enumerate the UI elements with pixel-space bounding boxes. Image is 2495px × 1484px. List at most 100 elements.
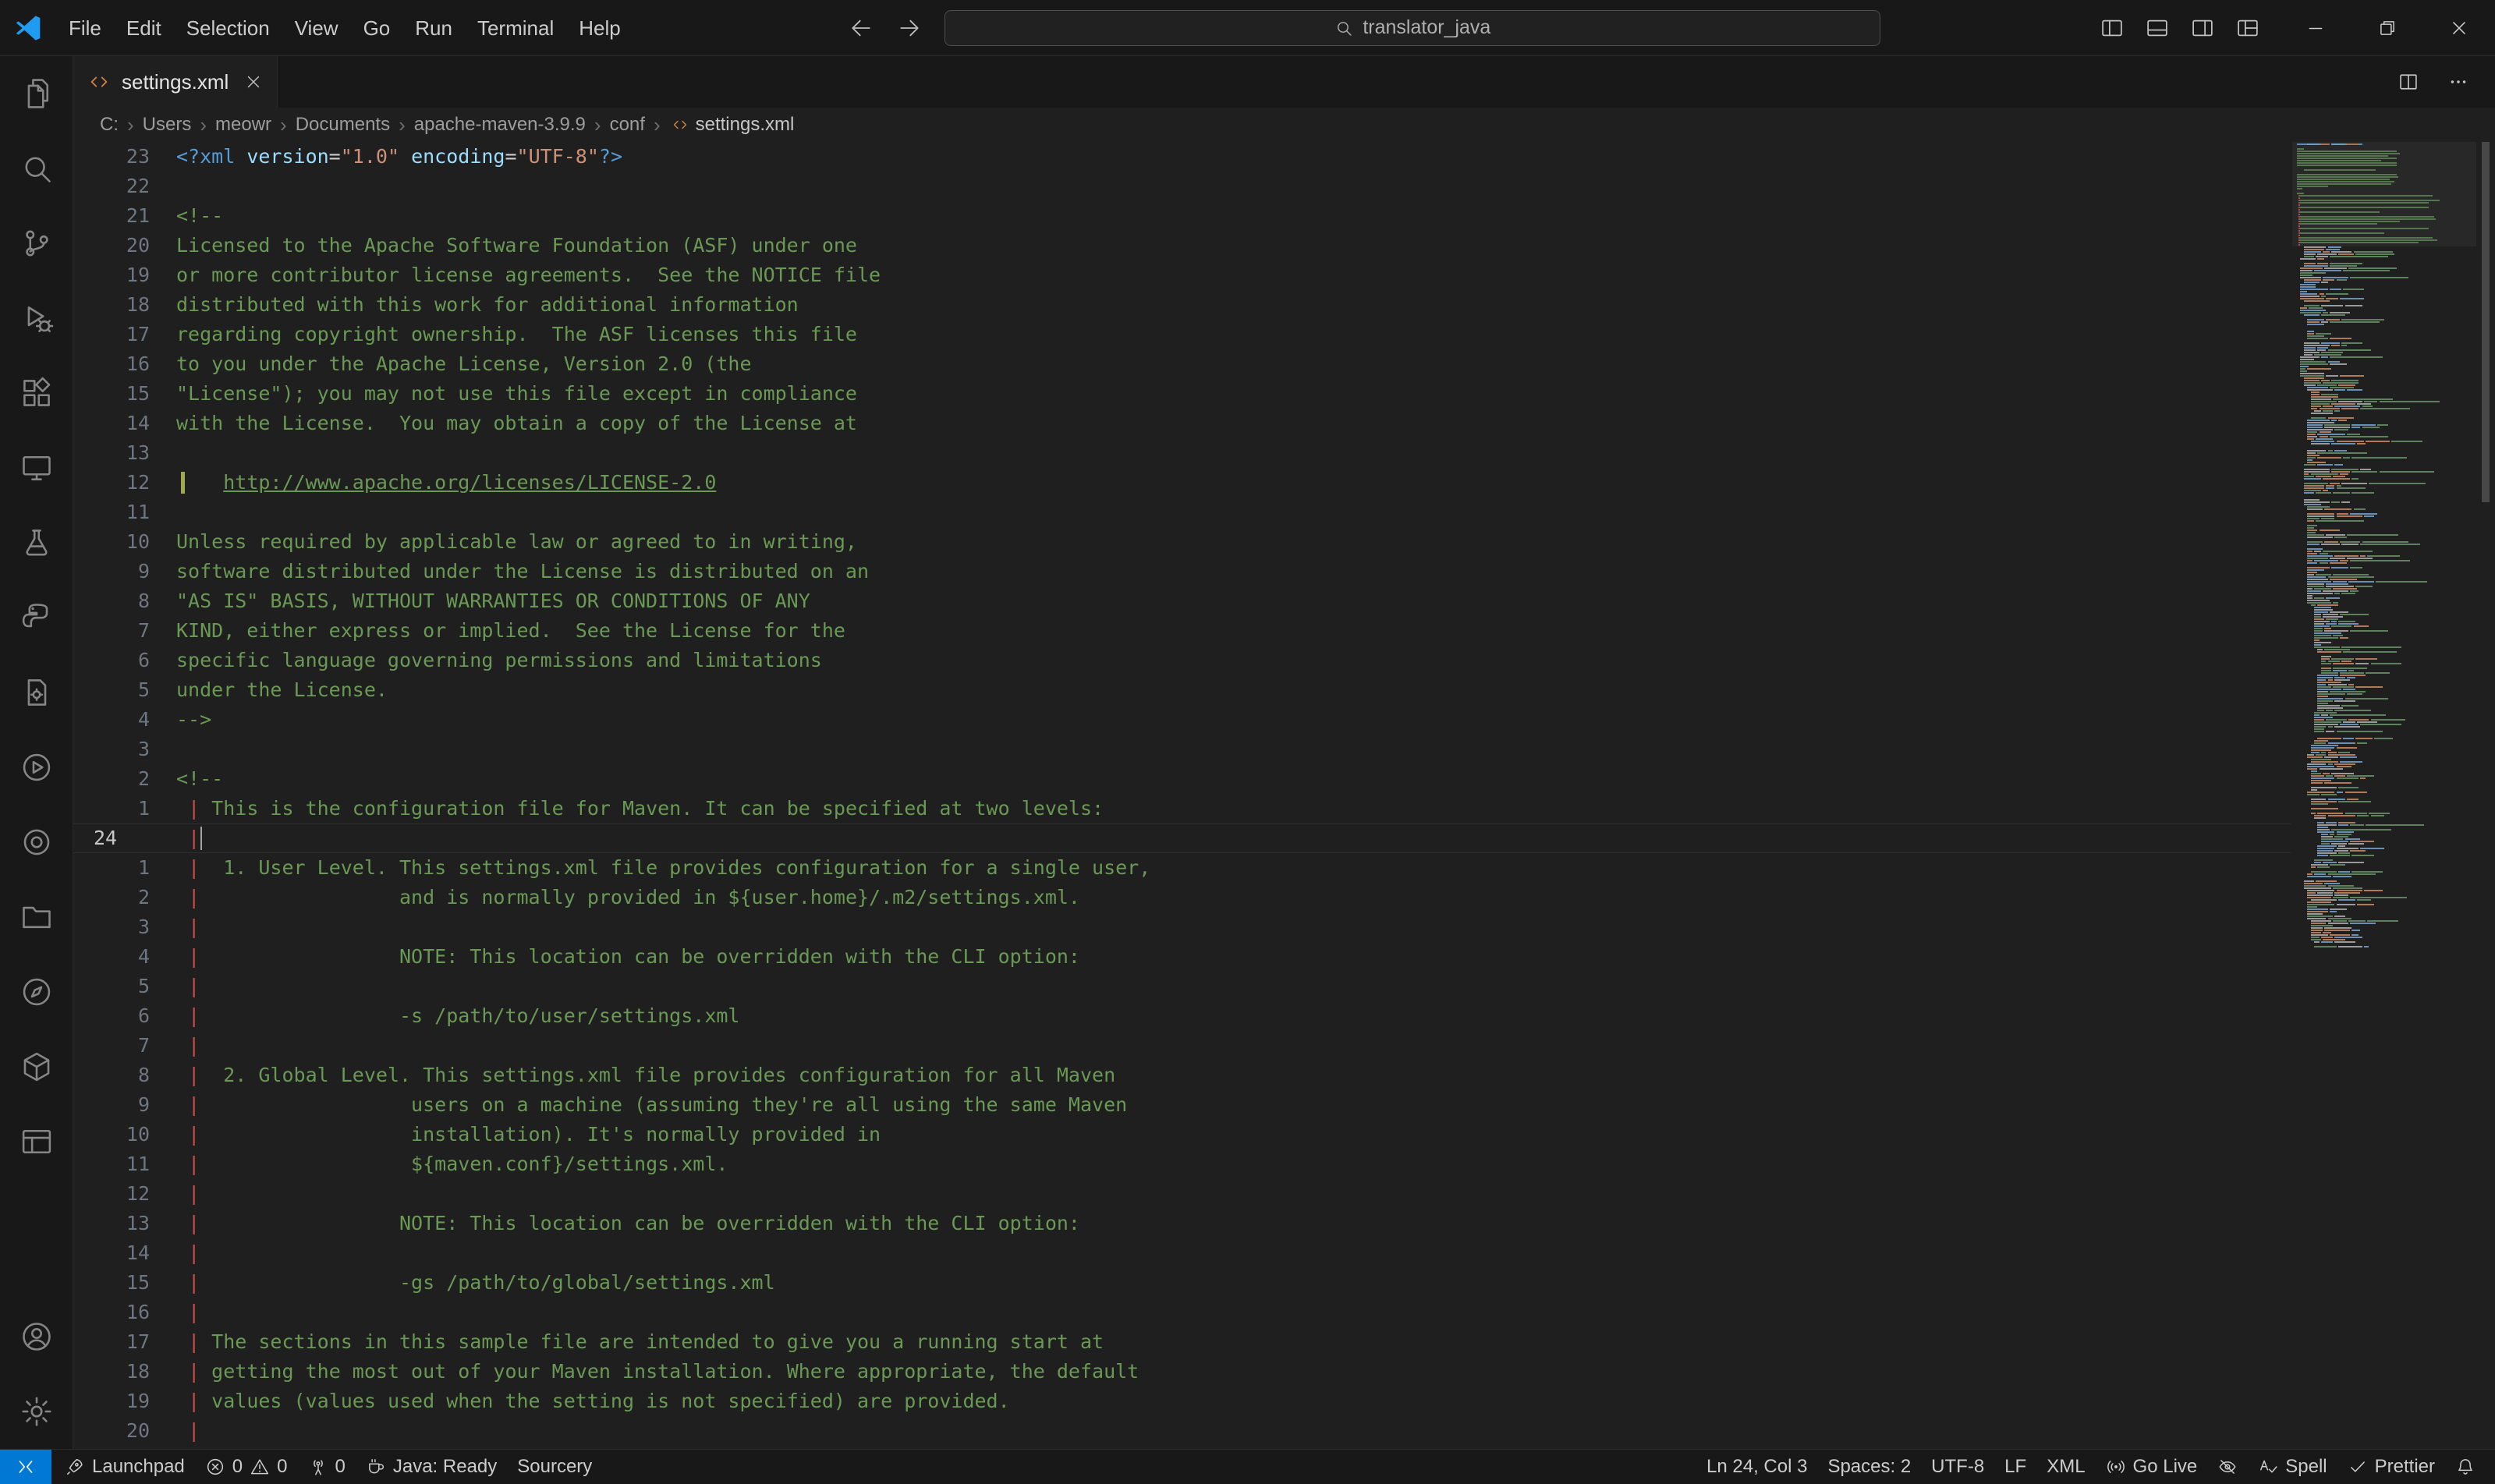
layout-sidebar-button[interactable] — [2091, 7, 2133, 49]
code-line[interactable]: 16 | — [73, 1298, 2291, 1327]
code-line[interactable]: 19or more contributor license agreements… — [73, 260, 2291, 290]
menu-help[interactable]: Help — [566, 1, 633, 55]
status-eol[interactable]: LF — [1994, 1450, 2036, 1484]
status-prettier[interactable]: Prettier — [2337, 1450, 2445, 1484]
code-line[interactable]: 20 | — [73, 1416, 2291, 1446]
code-line[interactable]: 4--> — [73, 705, 2291, 735]
code-line[interactable]: 4 | NOTE: This location can be overridde… — [73, 942, 2291, 972]
activity-beaker[interactable] — [0, 505, 73, 580]
code-line[interactable]: 16to you under the Apache License, Versi… — [73, 349, 2291, 379]
close-icon[interactable] — [244, 73, 263, 91]
code-line[interactable]: 21<!-- — [73, 201, 2291, 231]
ellipsis-button[interactable] — [2437, 61, 2479, 103]
code-line[interactable]: 23<?xml version="1.0" encoding="UTF-8"?> — [73, 142, 2291, 172]
status-indentation[interactable]: Spaces: 2 — [1817, 1450, 1921, 1484]
breadcrumb-item[interactable]: C: — [98, 114, 120, 136]
code-line[interactable]: 15 | -gs /path/to/global/settings.xml — [73, 1268, 2291, 1298]
status-cursor-position[interactable]: Ln 24, Col 3 — [1696, 1450, 1817, 1484]
code-line[interactable]: 1 | This is the configuration file for M… — [73, 794, 2291, 823]
code-line[interactable]: 3 | — [73, 912, 2291, 942]
layout-sidebar-right-button[interactable] — [2181, 7, 2224, 49]
status-language-mode[interactable]: XML — [2036, 1450, 2095, 1484]
code-line[interactable]: 11 | ${maven.conf}/settings.xml. — [73, 1149, 2291, 1179]
code-line[interactable]: 22 — [73, 172, 2291, 201]
code-line[interactable]: 14with the License. You may obtain a cop… — [73, 409, 2291, 438]
status-spell-checker[interactable]: Spell — [2248, 1450, 2337, 1484]
menu-run[interactable]: Run — [402, 1, 465, 55]
breadcrumb-item[interactable]: conf — [608, 114, 647, 136]
remote-indicator[interactable] — [0, 1450, 51, 1484]
status-encoding[interactable]: UTF-8 — [1921, 1450, 1994, 1484]
code-line[interactable]: 19 | values (values used when the settin… — [73, 1387, 2291, 1416]
code-line[interactable]: 11 — [73, 498, 2291, 527]
status-go-live[interactable]: Go Live — [2096, 1450, 2208, 1484]
layout-customize-button[interactable] — [2227, 7, 2269, 49]
activity-gear-file[interactable] — [0, 655, 73, 730]
menu-view[interactable]: View — [282, 1, 351, 55]
status-ports[interactable]: 0 — [298, 1450, 356, 1484]
status-java-status[interactable]: Java: Ready — [356, 1450, 507, 1484]
code-line[interactable]: 5under the License. — [73, 675, 2291, 705]
activity-debug[interactable] — [0, 281, 73, 356]
status-launchpad[interactable]: Launchpad — [55, 1450, 195, 1484]
code-line[interactable]: 13 | NOTE: This location can be overridd… — [73, 1209, 2291, 1238]
code-line[interactable]: 2<!-- — [73, 764, 2291, 794]
status-sourcery[interactable]: Sourcery — [507, 1450, 602, 1484]
code-line[interactable]: 9 | users on a machine (assuming they're… — [73, 1090, 2291, 1120]
code-line[interactable]: 18distributed with this work for additio… — [73, 290, 2291, 320]
code-line[interactable]: 13 — [73, 438, 2291, 468]
code-line[interactable]: 17 | The sections in this sample file ar… — [73, 1327, 2291, 1357]
code-line[interactable]: 17regarding copyright ownership. The ASF… — [73, 320, 2291, 349]
code-line[interactable]: 8"AS IS" BASIS, WITHOUT WARRANTIES OR CO… — [73, 586, 2291, 616]
activity-extensions[interactable] — [0, 356, 73, 430]
menu-edit[interactable]: Edit — [114, 1, 174, 55]
tab-settings-xml[interactable]: settings.xml — [73, 56, 278, 108]
code-line[interactable]: 10 | installation). It's normally provid… — [73, 1120, 2291, 1149]
code-line[interactable]: 12 http://www.apache.org/licenses/LICENS… — [73, 468, 2291, 498]
code-line[interactable]: 3 — [73, 735, 2291, 764]
activity-source-control[interactable] — [0, 206, 73, 281]
code-line[interactable]: 1 | 1. User Level. This settings.xml fil… — [73, 853, 2291, 883]
menu-selection[interactable]: Selection — [174, 1, 282, 55]
activity-files[interactable] — [0, 56, 73, 131]
breadcrumb-file[interactable]: settings.xml — [694, 114, 796, 136]
code-line[interactable]: 6specific language governing permissions… — [73, 646, 2291, 675]
activity-python[interactable] — [0, 580, 73, 655]
arrow-right-button[interactable] — [891, 10, 927, 46]
code-line[interactable]: 9software distributed under the License … — [73, 557, 2291, 586]
activity-window-layout[interactable] — [0, 1104, 73, 1179]
menu-go[interactable]: Go — [351, 1, 403, 55]
breadcrumb-item[interactable]: Users — [141, 114, 193, 136]
menu-terminal[interactable]: Terminal — [465, 1, 566, 55]
breadcrumb-item[interactable]: apache-maven-3.9.9 — [413, 114, 587, 136]
code-line[interactable]: 6 | -s /path/to/user/settings.xml — [73, 1001, 2291, 1031]
vertical-scrollbar[interactable] — [2476, 142, 2495, 1449]
breadcrumb-item[interactable]: meowr — [214, 114, 273, 136]
activity-compass[interactable] — [0, 955, 73, 1029]
activity-ring[interactable] — [0, 805, 73, 880]
status-notifications[interactable] — [2445, 1450, 2486, 1484]
breadcrumb-item[interactable]: Documents — [294, 114, 392, 136]
command-center[interactable]: translator_java — [944, 10, 1880, 46]
activity-package[interactable] — [0, 1029, 73, 1104]
code-line[interactable]: 15"License"); you may not use this file … — [73, 379, 2291, 409]
split-editor-button[interactable] — [2387, 61, 2429, 103]
code-line[interactable]: 10Unless required by applicable law or a… — [73, 527, 2291, 557]
code-line[interactable]: 2 | and is normally provided in ${user.h… — [73, 883, 2291, 912]
code-line[interactable]: 7KIND, either express or implied. See th… — [73, 616, 2291, 646]
status-problems[interactable]: 00 — [195, 1450, 298, 1484]
code-line[interactable]: 14 | — [73, 1238, 2291, 1268]
code-line[interactable]: 8 | 2. Global Level. This settings.xml f… — [73, 1061, 2291, 1090]
menu-file[interactable]: File — [56, 1, 114, 55]
minimap[interactable] — [2292, 142, 2476, 1449]
code-line[interactable]: 20Licensed to the Apache Software Founda… — [73, 231, 2291, 260]
activity-search[interactable] — [0, 131, 73, 206]
code-line[interactable]: 5 | — [73, 972, 2291, 1001]
minimize-button[interactable] — [2280, 0, 2351, 55]
activity-account[interactable] — [0, 1299, 73, 1374]
activity-folder[interactable] — [0, 880, 73, 955]
editor[interactable]: 23<?xml version="1.0" encoding="UTF-8"?>… — [73, 142, 2495, 1449]
activity-gear[interactable] — [0, 1374, 73, 1449]
activity-monitor[interactable] — [0, 430, 73, 505]
code-line[interactable]: 7 | — [73, 1031, 2291, 1061]
